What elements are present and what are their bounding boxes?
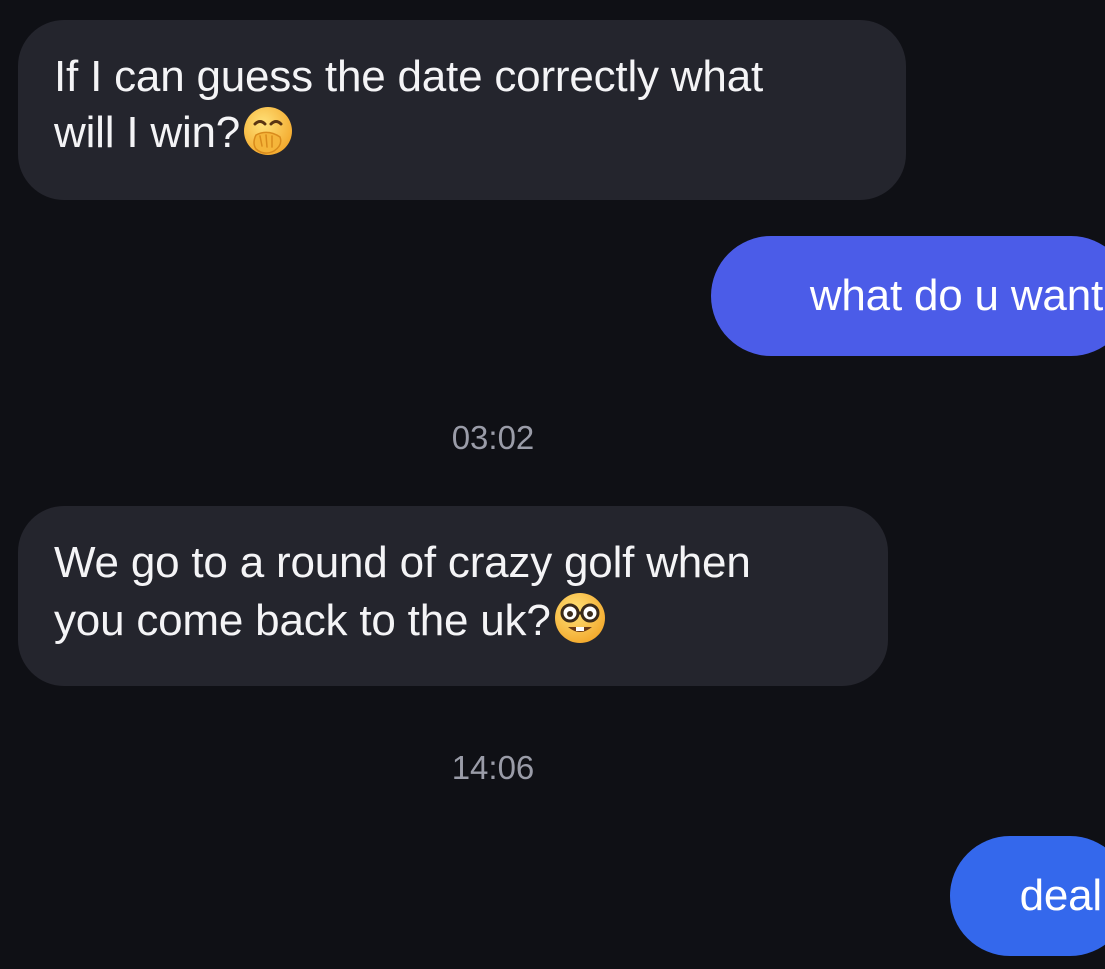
message-bubble-received[interactable]: We go to a round of crazy golf when you … bbox=[18, 506, 888, 686]
message-text-fragment: will I win? bbox=[54, 108, 241, 157]
message-bubble-received[interactable]: If I can guess the date correctly what w… bbox=[18, 20, 906, 200]
chat-thread: If I can guess the date correctly what w… bbox=[0, 0, 1105, 969]
message-timestamp: 03:02 bbox=[451, 419, 535, 456]
message-bubble-sent[interactable]: deal bbox=[950, 836, 1105, 956]
message-text-line: you come back to the uk? bbox=[54, 591, 852, 659]
message-text: deal bbox=[1019, 871, 1103, 920]
message-text: what do u want bbox=[809, 271, 1103, 320]
message-timestamp: 14:06 bbox=[451, 749, 535, 786]
message-text-line: will I win? bbox=[54, 105, 870, 171]
message-text-line: If I can guess the date correctly what bbox=[54, 52, 763, 101]
message-text-line: We go to a round of crazy golf when bbox=[54, 538, 751, 587]
message-text-fragment: you come back to the uk? bbox=[54, 596, 551, 645]
message-bubble-sent[interactable]: what do u want bbox=[711, 236, 1105, 356]
nerd-face-emoji-icon bbox=[553, 591, 607, 659]
hand-over-mouth-emoji-icon bbox=[242, 105, 294, 171]
